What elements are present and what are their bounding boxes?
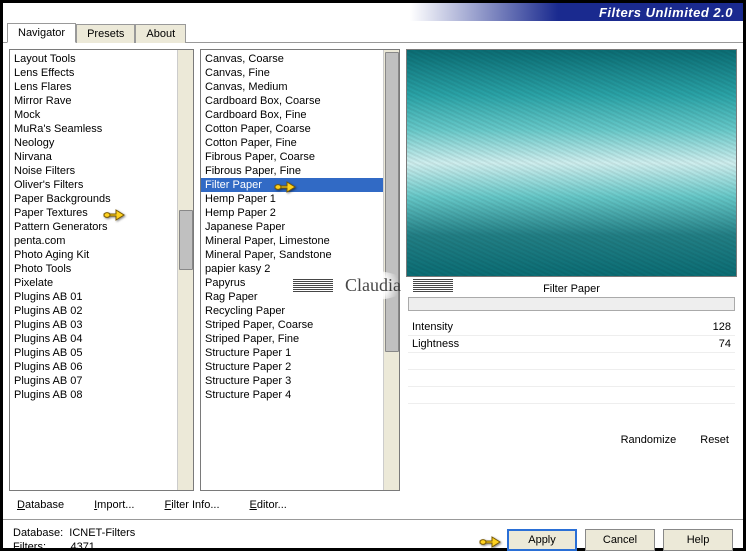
list-item[interactable]: MuRa's Seamless — [10, 122, 193, 136]
bottom-buttons: Apply Cancel Help — [507, 529, 733, 551]
status-filters-value: 4371 — [70, 541, 94, 553]
list-item[interactable]: Layout Tools — [10, 52, 193, 66]
param-name: Intensity — [412, 321, 453, 333]
list-item[interactable]: Noise Filters — [10, 164, 193, 178]
parameter-list: Intensity 128 Lightness 74 — [406, 319, 737, 420]
param-row[interactable]: Lightness 74 — [408, 336, 735, 353]
list-item[interactable]: Plugins AB 05 — [10, 346, 193, 360]
list-item[interactable]: Plugins AB 07 — [10, 374, 193, 388]
cancel-button[interactable]: Cancel — [585, 529, 655, 551]
list-item[interactable]: Photo Aging Kit — [10, 248, 193, 262]
current-filter-label: Filter Paper — [406, 277, 737, 297]
scrollbar-thumb[interactable] — [179, 210, 193, 270]
param-value: 128 — [713, 321, 731, 333]
category-list-panel: Layout ToolsLens EffectsLens FlaresMirro… — [9, 49, 194, 491]
list-item[interactable]: Lens Effects — [10, 66, 193, 80]
scrollbar-thumb[interactable] — [385, 52, 399, 352]
category-scrollbar[interactable] — [177, 50, 193, 490]
list-item[interactable]: Mock — [10, 108, 193, 122]
list-item[interactable]: Structure Paper 4 — [201, 388, 399, 402]
database-link[interactable]: Database — [17, 499, 64, 511]
list-item[interactable]: Cotton Paper, Fine — [201, 136, 399, 150]
title-bar: Filters Unlimited 2.0 — [3, 3, 743, 21]
reset-button[interactable]: Reset — [700, 434, 729, 446]
list-item[interactable]: Photo Tools — [10, 262, 193, 276]
list-item[interactable]: Plugins AB 04 — [10, 332, 193, 346]
list-item[interactable]: Canvas, Fine — [201, 66, 399, 80]
list-item[interactable]: Fibrous Paper, Fine — [201, 164, 399, 178]
list-item[interactable]: Pixelate — [10, 276, 193, 290]
param-row-empty — [408, 353, 735, 370]
apply-button[interactable]: Apply — [507, 529, 577, 551]
list-item[interactable]: Lens Flares — [10, 80, 193, 94]
list-item[interactable]: Mineral Paper, Limestone — [201, 234, 399, 248]
list-item[interactable]: Plugins AB 01 — [10, 290, 193, 304]
right-column: Filter Paper Intensity 128 Lightness 74 Ran… — [406, 49, 737, 491]
status-bar: Database: ICNET-Filters Filters: 4371 Ap… — [3, 519, 743, 560]
list-item[interactable]: Hemp Paper 2 — [201, 206, 399, 220]
list-item[interactable]: Fibrous Paper, Coarse — [201, 150, 399, 164]
list-item[interactable]: Mirror Rave — [10, 94, 193, 108]
preview-image — [406, 49, 737, 277]
list-item[interactable]: Plugins AB 02 — [10, 304, 193, 318]
tab-presets[interactable]: Presets — [76, 24, 135, 43]
list-item[interactable]: Striped Paper, Coarse — [201, 318, 399, 332]
help-button[interactable]: Help — [663, 529, 733, 551]
import-link[interactable]: Import... — [94, 499, 134, 511]
list-item[interactable]: Paper Textures — [10, 206, 193, 220]
filter-list[interactable]: Canvas, CoarseCanvas, FineCanvas, Medium… — [201, 50, 399, 404]
param-value: 74 — [719, 338, 731, 350]
list-item[interactable]: Nirvana — [10, 150, 193, 164]
list-item[interactable]: Structure Paper 1 — [201, 346, 399, 360]
progress-bar — [408, 297, 735, 311]
list-item[interactable]: Plugins AB 06 — [10, 360, 193, 374]
list-item[interactable]: Plugins AB 08 — [10, 388, 193, 402]
list-item[interactable]: Filter Paper — [201, 178, 399, 192]
filterinfo-link[interactable]: Filter Info... — [164, 499, 219, 511]
status-text: Database: ICNET-Filters Filters: 4371 — [13, 526, 135, 554]
list-item[interactable]: Striped Paper, Fine — [201, 332, 399, 346]
watermark: Claudia — [293, 271, 453, 300]
app-title: Filters Unlimited 2.0 — [599, 5, 733, 20]
list-item[interactable]: penta.com — [10, 234, 193, 248]
list-item[interactable]: Structure Paper 2 — [201, 360, 399, 374]
main-area: Layout ToolsLens EffectsLens FlaresMirro… — [3, 43, 743, 491]
list-item[interactable]: Recycling Paper — [201, 304, 399, 318]
tab-navigator[interactable]: Navigator — [7, 23, 76, 43]
list-item[interactable]: Oliver's Filters — [10, 178, 193, 192]
list-item[interactable]: Cardboard Box, Fine — [201, 108, 399, 122]
list-item[interactable]: Japanese Paper — [201, 220, 399, 234]
status-filters-label: Filters: — [13, 541, 46, 553]
list-item[interactable]: Hemp Paper 1 — [201, 192, 399, 206]
param-row-empty — [408, 387, 735, 404]
tab-about[interactable]: About — [135, 24, 186, 43]
category-list[interactable]: Layout ToolsLens EffectsLens FlaresMirro… — [10, 50, 193, 404]
randomize-button[interactable]: Randomize — [621, 434, 677, 446]
list-item[interactable]: Canvas, Medium — [201, 80, 399, 94]
list-item[interactable]: Cotton Paper, Coarse — [201, 122, 399, 136]
list-item[interactable]: Pattern Generators — [10, 220, 193, 234]
filter-scrollbar[interactable] — [383, 50, 399, 490]
tab-strip: NavigatorPresetsAbout — [3, 21, 743, 43]
list-item[interactable]: Structure Paper 3 — [201, 374, 399, 388]
link-bar: Database Import... Filter Info... Editor... — [3, 491, 743, 519]
status-db-value: ICNET-Filters — [69, 527, 135, 539]
pointer-hand-icon — [478, 532, 502, 550]
filter-list-panel: Canvas, CoarseCanvas, FineCanvas, Medium… — [200, 49, 400, 491]
list-item[interactable]: Canvas, Coarse — [201, 52, 399, 66]
watermark-text: Claudia — [339, 271, 407, 300]
list-item[interactable]: Paper Backgrounds — [10, 192, 193, 206]
list-item[interactable]: Mineral Paper, Sandstone — [201, 248, 399, 262]
list-item[interactable]: Neology — [10, 136, 193, 150]
param-row-empty — [408, 404, 735, 420]
list-item[interactable]: Plugins AB 03 — [10, 318, 193, 332]
right-buttons: Randomize Reset — [406, 420, 737, 446]
list-item[interactable]: Cardboard Box, Coarse — [201, 94, 399, 108]
status-db-label: Database: — [13, 527, 63, 539]
param-row[interactable]: Intensity 128 — [408, 319, 735, 336]
param-name: Lightness — [412, 338, 459, 350]
editor-link[interactable]: Editor... — [250, 499, 287, 511]
param-row-empty — [408, 370, 735, 387]
